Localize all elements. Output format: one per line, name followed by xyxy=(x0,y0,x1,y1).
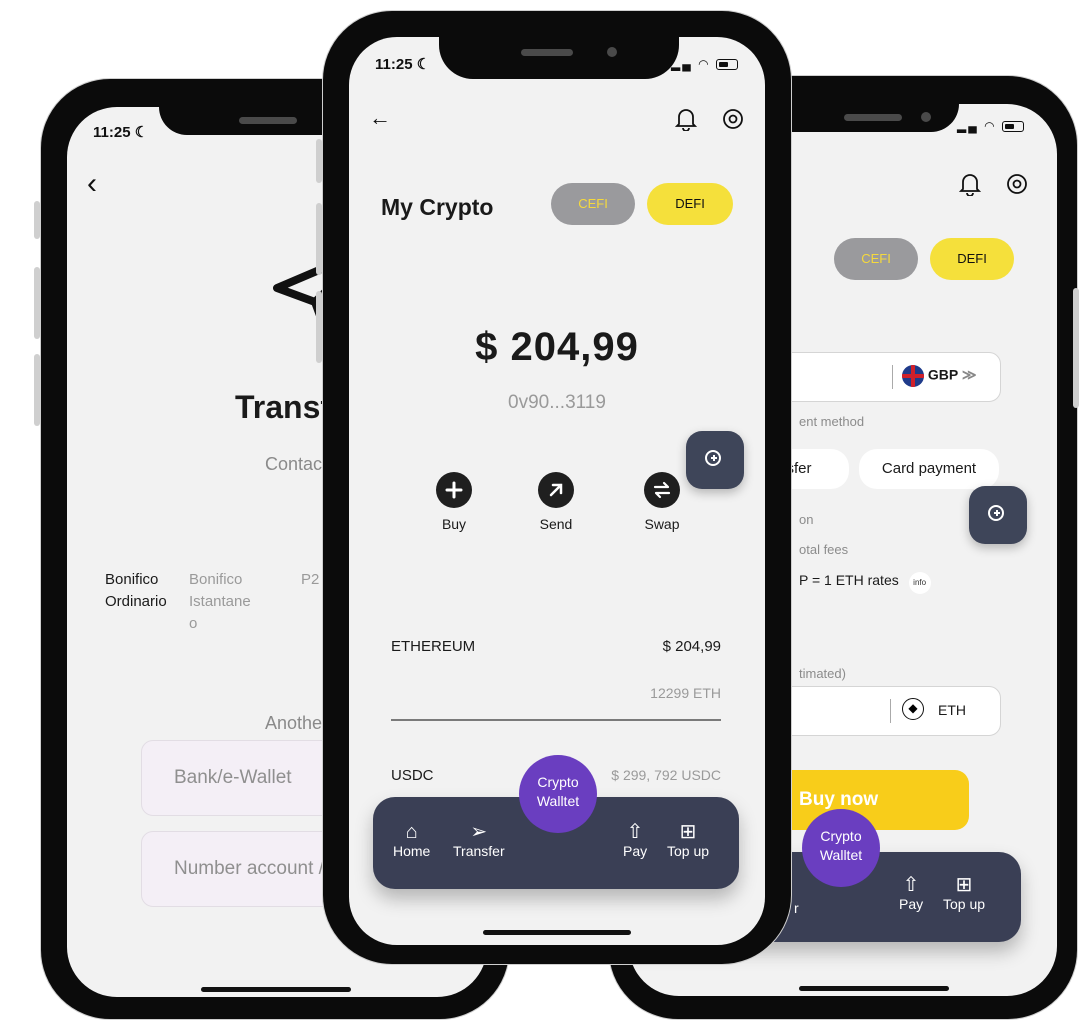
method-p2p[interactable]: P2 xyxy=(301,569,319,591)
signal-icon: ▂▄ xyxy=(957,119,979,133)
nav-item-top-up[interactable]: ⊞ Top up xyxy=(943,874,985,912)
cefi-toggle[interactable]: CEFI xyxy=(551,183,635,225)
method-bonifico-istantaneo[interactable]: Bonifico Istantane o xyxy=(189,569,251,635)
home-indicator xyxy=(201,987,351,992)
chevron-down-icon: ≫ xyxy=(961,366,977,383)
crypto-select[interactable]: ETH xyxy=(938,702,966,718)
wifi-icon: ◠ xyxy=(984,119,997,133)
crypto-wallet-button[interactable]: Crypto Walltet xyxy=(802,809,880,887)
arrow-up-right-icon xyxy=(538,472,574,508)
page-title: My Crypto xyxy=(381,194,494,220)
speaker xyxy=(844,114,902,121)
wifi-icon: ◠ xyxy=(698,57,711,71)
status-icons: ▂▄ ◠ xyxy=(957,119,1024,133)
another-label: Another xyxy=(265,713,329,733)
plus-square-icon: ⊞ xyxy=(679,821,697,843)
swap-action[interactable]: Swap xyxy=(627,472,697,532)
power-button xyxy=(1073,288,1079,408)
wallet-address[interactable]: 0v90...3119 xyxy=(349,392,765,414)
conversion-label: on xyxy=(799,512,814,527)
home-indicator xyxy=(799,986,949,991)
bell-icon[interactable] xyxy=(675,107,697,131)
volume-up-button xyxy=(316,203,322,275)
payment-method-label: ent method xyxy=(799,414,865,429)
camera xyxy=(607,47,617,57)
battery-icon xyxy=(715,59,738,71)
phone-my-crypto: 11:25 ☾ ▂▄ ◠ ← My Crypto CEFI DEFI $ 204… xyxy=(316,10,792,965)
my-crypto-screen: 11:25 ☾ ▂▄ ◠ ← My Crypto CEFI DEFI $ 204… xyxy=(349,37,765,945)
estimated-label: timated) xyxy=(799,666,846,681)
settings-icon[interactable] xyxy=(721,107,745,131)
plus-circle-icon xyxy=(988,505,1004,521)
cefi-toggle[interactable]: CEFI xyxy=(834,238,918,280)
rate-text: P = 1 ETH rates info xyxy=(799,572,931,594)
ethereum-icon: ◆ xyxy=(902,698,924,720)
plus-circle-icon xyxy=(705,450,721,466)
status-time: 11:25 ☾ xyxy=(375,56,431,73)
currency-select[interactable]: GBP ≫ xyxy=(902,365,977,387)
asset-value-ethereum: $ 204,99 xyxy=(662,638,721,655)
moon-icon: ☾ xyxy=(416,56,431,73)
card-payment-chip[interactable]: Card payment xyxy=(859,449,999,489)
defi-toggle[interactable]: DEFI xyxy=(647,183,733,225)
contact-label: Contact xyxy=(265,454,328,474)
back-icon[interactable]: ‹ xyxy=(87,167,97,201)
divider xyxy=(391,719,721,721)
bell-icon[interactable] xyxy=(959,172,981,196)
add-button[interactable] xyxy=(969,486,1027,544)
silent-switch xyxy=(34,201,40,239)
share-icon: ⇧ xyxy=(902,874,920,896)
asset-name-ethereum[interactable]: ETHEREUM xyxy=(391,638,475,655)
home-icon: ⌂ xyxy=(405,821,418,843)
share-icon: ⇧ xyxy=(626,821,644,843)
swap-icon xyxy=(644,472,680,508)
volume-down-button xyxy=(316,291,322,363)
nav-item-pay[interactable]: ⇧ Pay xyxy=(899,874,923,912)
crypto-wallet-button[interactable]: Crypto Walltet xyxy=(519,755,597,833)
info-badge[interactable]: info xyxy=(908,572,931,594)
speaker xyxy=(521,49,573,56)
volume-up-button xyxy=(34,267,40,339)
method-bonifico-ordinario[interactable]: Bonifico Ordinario xyxy=(105,569,167,613)
nav-item-home[interactable]: ⌂ Home xyxy=(393,821,430,859)
battery-icon xyxy=(1001,121,1024,133)
nav-item-transfer[interactable]: ➢ Transfer xyxy=(453,821,505,859)
nav-item-transfer-partial[interactable]: r xyxy=(794,900,799,916)
status-icons: ▂▄ ◠ xyxy=(671,57,738,71)
signal-icon: ▂▄ xyxy=(671,57,693,71)
camera xyxy=(921,112,931,122)
status-time: 11:25 ☾ xyxy=(93,124,149,141)
asset-name-usdc[interactable]: USDC xyxy=(391,767,434,784)
buy-action[interactable]: Buy xyxy=(419,472,489,532)
send-action[interactable]: Send xyxy=(521,472,591,532)
back-arrow-icon[interactable]: ← xyxy=(369,105,391,131)
total-fees-label: otal fees xyxy=(799,542,849,557)
silent-switch xyxy=(316,139,322,183)
home-indicator xyxy=(483,930,631,935)
nav-item-top-up[interactable]: ⊞ Top up xyxy=(667,821,709,859)
uk-flag-icon xyxy=(902,365,924,387)
defi-toggle[interactable]: DEFI xyxy=(930,238,1014,280)
plus-square-icon: ⊞ xyxy=(955,874,973,896)
asset-amount-ethereum: 12299 ETH xyxy=(650,685,721,701)
notch xyxy=(439,37,679,79)
total-balance: $ 204,99 xyxy=(475,325,639,369)
speaker xyxy=(239,117,297,124)
plus-icon xyxy=(436,472,472,508)
settings-icon[interactable] xyxy=(1005,172,1029,196)
send-icon: ➢ xyxy=(470,821,488,843)
nav-item-pay[interactable]: ⇧ Pay xyxy=(623,821,647,859)
volume-down-button xyxy=(34,354,40,426)
moon-icon: ☾ xyxy=(134,124,149,141)
